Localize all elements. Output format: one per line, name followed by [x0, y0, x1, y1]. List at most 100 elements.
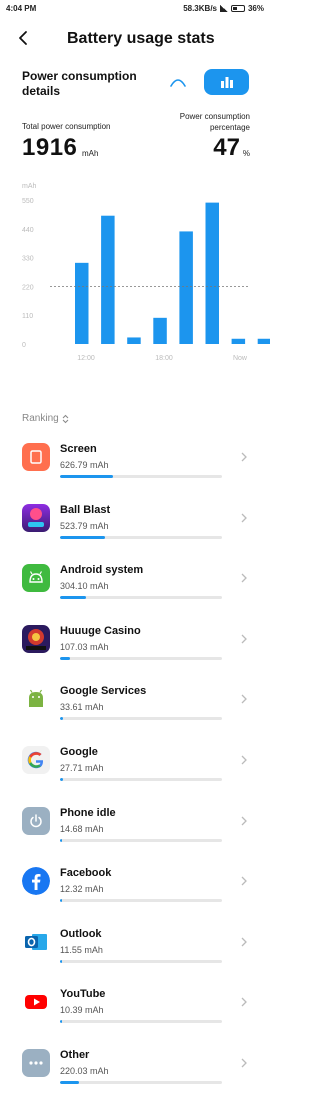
total-consumption-value: 1916: [22, 134, 78, 161]
usage-progress-fill: [60, 899, 62, 903]
x-tick-label: 18:00: [155, 355, 173, 362]
google-icon: [22, 746, 50, 774]
x-tick-label: 12:00: [77, 355, 95, 362]
line-chart-icon: [170, 79, 186, 87]
y-axis-unit: mAh: [22, 183, 37, 190]
app-usage: 27.71 mAh: [60, 763, 104, 773]
bar-chart-icon: [220, 77, 233, 88]
y-tick-label: 550: [22, 198, 34, 205]
chevron-right-icon: [241, 634, 247, 644]
app-row[interactable]: YouTube 10.39 mAh: [0, 988, 270, 1044]
outlook-icon: [22, 927, 50, 956]
network-speed: 58.3KB/s: [183, 4, 217, 13]
battery-icon: [230, 5, 245, 12]
chevron-right-icon: [241, 876, 247, 886]
app-row[interactable]: Huuuge Casino 107.03 mAh: [0, 624, 270, 681]
app-bar: Battery usage stats: [0, 22, 270, 56]
app-name: Screen: [60, 443, 97, 455]
app-usage: 523.79 mAh: [60, 520, 109, 531]
app-usage: 220.03 mAh: [60, 1066, 109, 1076]
consumption-percentage-unit: %: [242, 149, 250, 158]
chevron-right-icon: [241, 937, 247, 947]
app-row[interactable]: Outlook 11.55 mAh: [0, 927, 270, 984]
google-services-icon: [22, 685, 50, 713]
chart-bar: [153, 317, 167, 344]
ranking-label: Ranking: [22, 413, 59, 424]
chevron-right-icon: [241, 816, 247, 826]
usage-progress-track: [60, 778, 222, 781]
usage-progress-fill: [60, 596, 86, 600]
chart-bar: [257, 338, 270, 344]
chevron-right-icon: [241, 513, 247, 523]
y-tick-label: 330: [22, 256, 34, 263]
app-row[interactable]: Facebook 12.32 mAh: [0, 867, 270, 923]
line-chart-toggle[interactable]: [158, 69, 198, 95]
usage-progress-fill: [60, 778, 64, 781]
app-name: Other: [60, 1049, 90, 1061]
sort-icon: [62, 414, 69, 423]
chart-bar: [127, 337, 141, 344]
app-usage: 11.55 mAh: [60, 944, 103, 955]
usage-progress-track: [60, 899, 222, 903]
consumption-percentage-label: Power consumption percentage: [179, 112, 250, 132]
back-arrow-icon[interactable]: [14, 28, 34, 48]
usage-progress-fill: [60, 656, 70, 660]
consumption-percentage-value: 47: [213, 134, 240, 161]
page-title: Battery usage stats: [67, 30, 215, 47]
app-usage: 107.03 mAh: [60, 641, 109, 652]
power-bar-chart: mAh 550 440 330 220 110 0 12:00 18:00 Now: [22, 183, 270, 362]
app-usage: 10.39 mAh: [60, 1005, 104, 1016]
chart-bar: [101, 215, 115, 344]
app-name: Ball Blast: [60, 503, 111, 516]
app-usage: 33.61 mAh: [60, 702, 104, 713]
chevron-right-icon: [241, 755, 247, 765]
app-name: YouTube: [60, 988, 106, 1001]
android-system-icon: [22, 564, 50, 593]
chart-bar: [231, 338, 246, 344]
x-tick-label: Now: [233, 355, 248, 362]
facebook-icon: [22, 867, 50, 896]
battery-percent: 36%: [247, 4, 264, 13]
bar-chart-toggle[interactable]: [204, 69, 249, 95]
usage-progress-fill: [60, 1081, 80, 1084]
app-row[interactable]: Ball Blast 523.79 mAh: [0, 503, 270, 560]
screen-icon: [22, 443, 50, 471]
app-row[interactable]: Other 220.03 mAh: [0, 1049, 270, 1105]
usage-progress-track: [60, 1020, 222, 1024]
chevron-right-icon: [241, 1058, 247, 1068]
status-bar: 4:04 PM 58.3KB/s 36%: [0, 0, 270, 18]
app-row[interactable]: Google 27.71 mAh: [0, 746, 270, 802]
chevron-right-icon: [241, 452, 247, 462]
chevron-right-icon: [241, 573, 247, 583]
usage-progress-fill: [60, 1020, 62, 1024]
power-consumption-title: Power consumption details: [22, 69, 137, 98]
status-right: 58.3KB/s 36%: [183, 4, 264, 13]
chart-bar: [75, 262, 89, 344]
app-usage: 14.68 mAh: [60, 823, 104, 834]
y-tick-label: 110: [22, 313, 33, 320]
usage-progress-fill: [60, 475, 114, 478]
usage-progress-track: [60, 838, 222, 842]
app-name: Google Services: [60, 685, 147, 698]
ranking-sort[interactable]: Ranking: [22, 413, 69, 424]
usage-progress-track: [60, 959, 222, 963]
usage-progress-track: [60, 596, 222, 600]
signal-icon: [219, 5, 228, 12]
usage-progress-track: [60, 475, 222, 478]
chart-bar: [205, 202, 219, 344]
app-row[interactable]: Google Services 33.61 mAh: [0, 685, 270, 741]
total-consumption-label: Total power consumption: [22, 122, 111, 131]
status-time: 4:04 PM: [6, 4, 37, 13]
app-name: Facebook: [60, 867, 112, 880]
app-usage: 12.32 mAh: [60, 884, 104, 895]
app-row[interactable]: Screen 626.79 mAh: [0, 443, 270, 499]
app-name: Outlook: [60, 927, 102, 940]
usage-progress-fill: [60, 717, 64, 721]
y-tick-label: 220: [22, 284, 34, 291]
usage-progress-fill: [60, 959, 62, 963]
app-row[interactable]: Android system 304.10 mAh: [0, 564, 270, 620]
usage-progress-track: [60, 535, 222, 539]
chart-bar: [179, 231, 193, 344]
app-row[interactable]: Phone idle 14.68 mAh: [0, 806, 270, 863]
app-name: Phone idle: [60, 806, 116, 819]
